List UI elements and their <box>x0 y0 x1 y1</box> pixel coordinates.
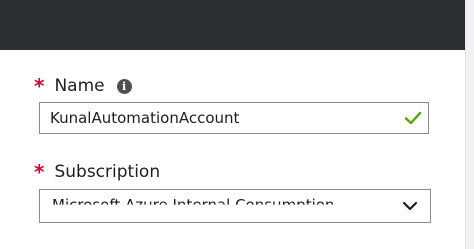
subscription-selected-value: Microsoft Azure Internal Consumption <box>52 196 335 214</box>
scrollbar-track[interactable] <box>465 0 474 249</box>
subscription-dropdown[interactable]: Microsoft Azure Internal Consumption <box>39 189 431 223</box>
name-label-row: * Name i <box>34 76 132 96</box>
subscription-label-row: * Subscription <box>34 162 160 182</box>
name-input[interactable] <box>40 103 400 133</box>
checkmark-icon <box>404 111 422 125</box>
subscription-label: Subscription <box>54 162 161 182</box>
required-marker: * <box>34 74 45 98</box>
top-bar <box>0 0 474 50</box>
info-icon[interactable]: i <box>116 78 132 94</box>
required-marker: * <box>34 160 45 184</box>
chevron-down-icon[interactable] <box>402 200 418 212</box>
name-field[interactable] <box>39 102 429 134</box>
name-label: Name <box>54 76 105 96</box>
